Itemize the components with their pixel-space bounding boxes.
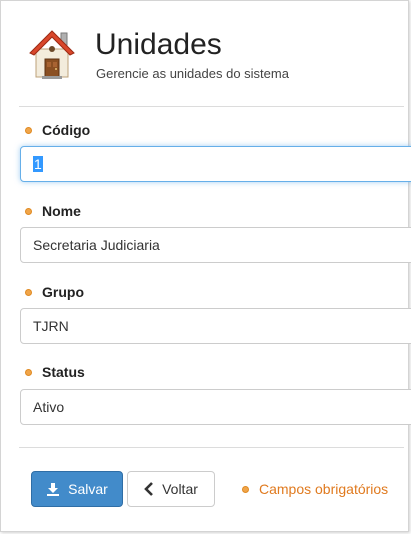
required-dot-icon [25,288,32,296]
required-dot-icon [25,368,32,376]
divider [19,106,404,107]
page-title: Unidades [95,28,222,61]
codigo-label: Código [42,122,91,138]
page-subtitle: Gerencie as unidades do sistema [96,66,289,81]
grupo-label: Grupo [42,284,84,300]
grupo-label-row: Grupo [25,283,84,301]
nome-label: Nome [42,203,81,219]
nome-field[interactable]: Secretaria Judiciaria [20,227,411,263]
required-dot-icon [25,207,32,215]
required-dot-icon [25,126,32,134]
chevron-left-icon [144,482,154,496]
house-icon [28,27,76,79]
required-note: Campos obrigatórios [242,481,388,497]
back-button[interactable]: Voltar [127,471,215,507]
codigo-label-row: Código [25,121,90,139]
status-label-row: Status [25,363,85,381]
status-label: Status [42,364,85,380]
nome-value[interactable]: Secretaria Judiciaria [33,237,160,253]
back-button-label: Voltar [162,481,198,497]
codigo-value[interactable]: 1 [33,156,43,172]
grupo-select[interactable]: TJRN [20,308,411,344]
save-button[interactable]: Salvar [31,471,123,507]
required-dot-icon [242,485,249,493]
status-value[interactable]: Ativo [33,399,64,415]
codigo-field[interactable]: 1 [20,146,411,182]
nome-label-row: Nome [25,202,81,220]
status-select[interactable]: Ativo [20,389,411,425]
save-button-label: Salvar [68,481,108,497]
grupo-value[interactable]: TJRN [33,318,69,334]
divider [19,447,404,448]
download-icon [46,482,60,496]
required-note-text: Campos obrigatórios [259,481,389,497]
